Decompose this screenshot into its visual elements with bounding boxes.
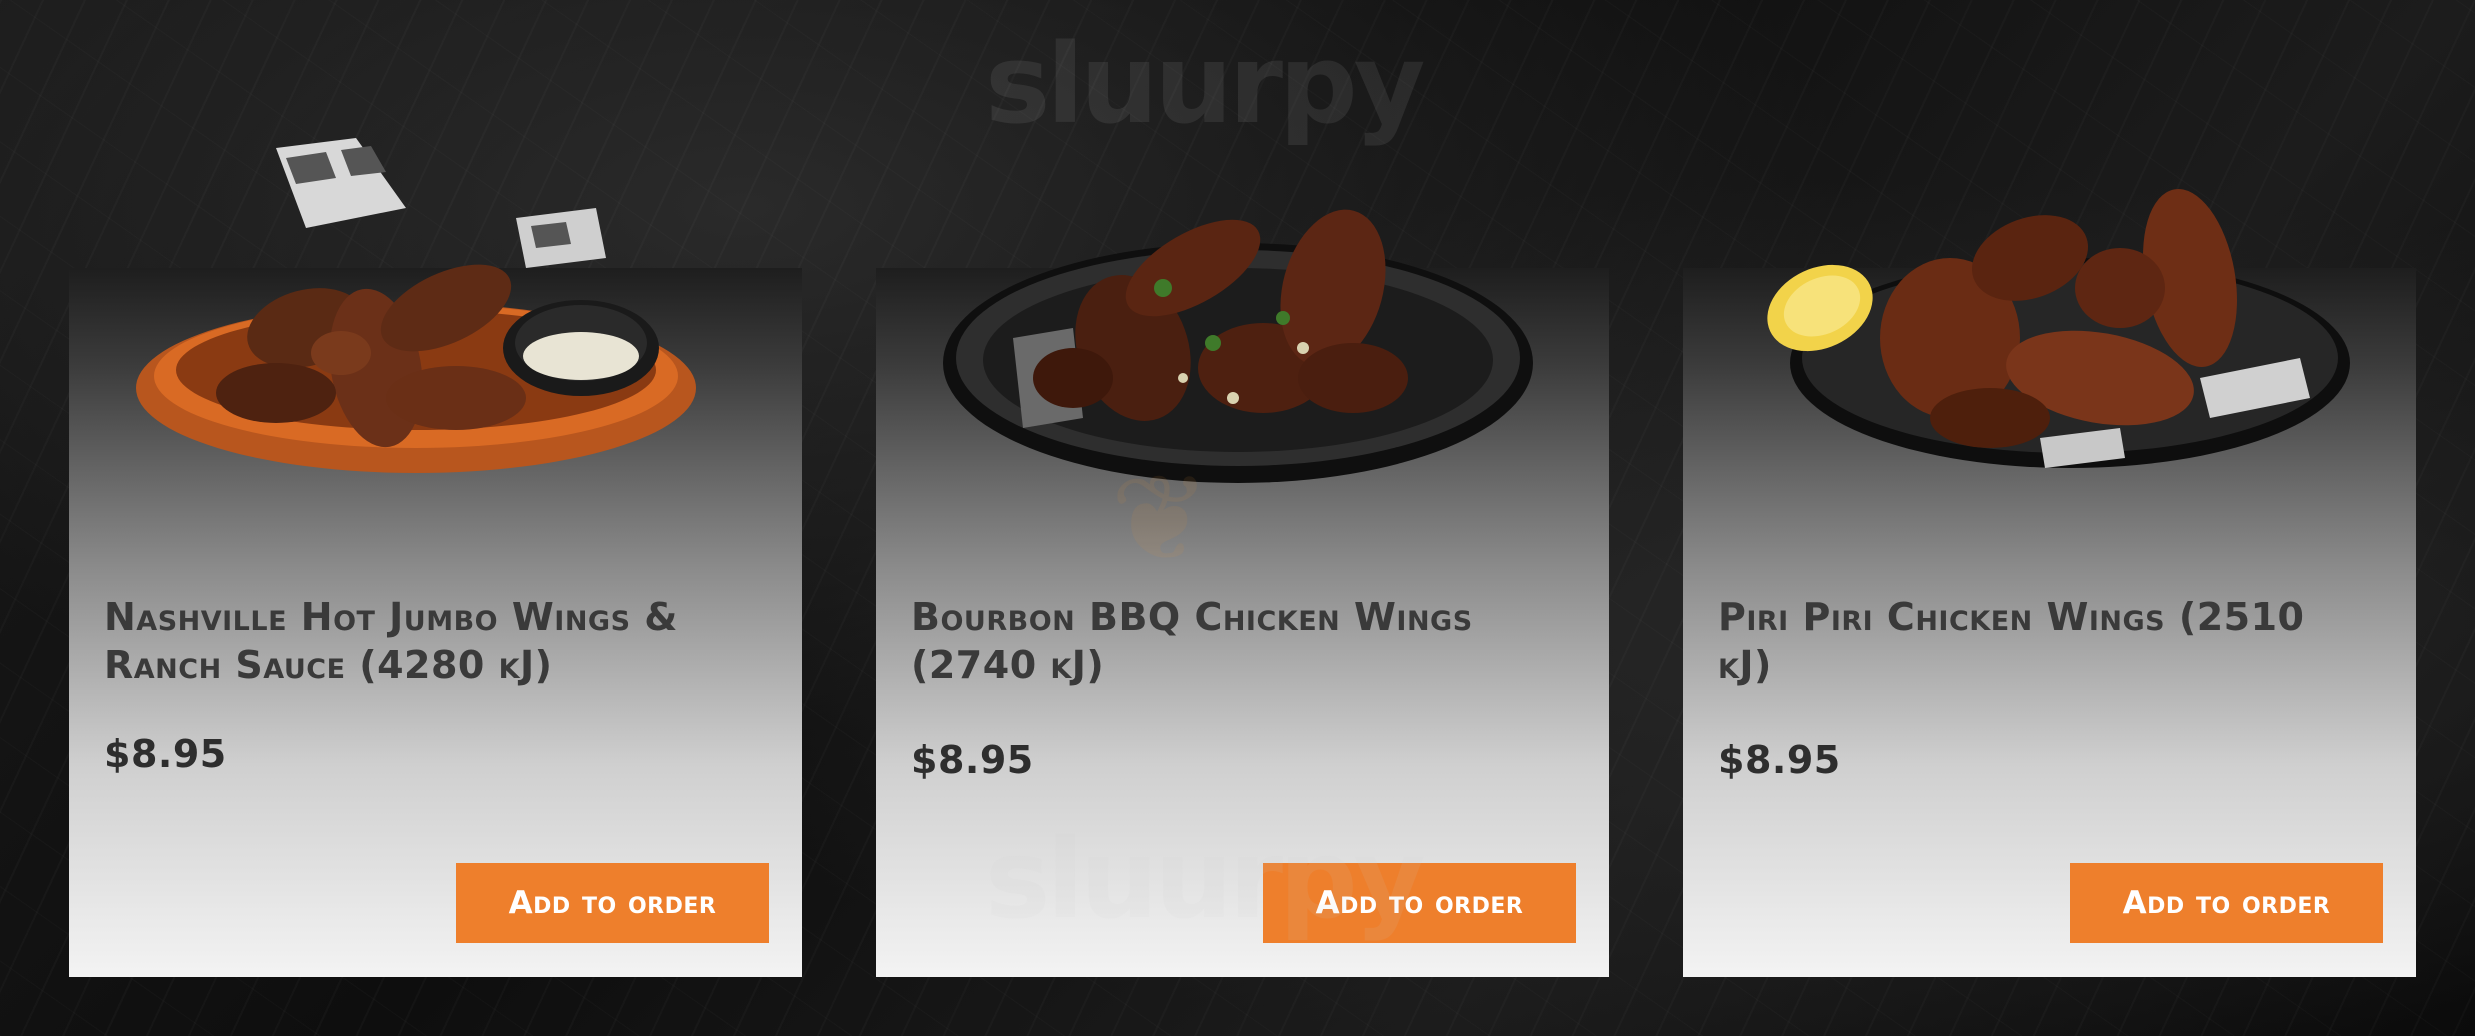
product-card: Nashville Hot Jumbo Wings & Ranch Sauce …	[69, 138, 802, 977]
product-grid: Nashville Hot Jumbo Wings & Ranch Sauce …	[0, 0, 2475, 1036]
product-name: Piri Piri Chicken Wings (2510 kJ)	[1718, 595, 2305, 687]
product-price: $8.95	[911, 738, 1034, 782]
product-card: Piri Piri Chicken Wings (2510 kJ) $8.95 …	[1683, 189, 2416, 977]
add-to-order-button[interactable]: Add to order	[1263, 863, 1576, 943]
wings-plate-lemon-image	[1740, 138, 2360, 498]
product-card: Bourbon BBQ Chicken Wings (2740 kJ) $8.9…	[876, 209, 1609, 977]
product-price: $8.95	[104, 732, 227, 776]
product-name: Nashville Hot Jumbo Wings & Ranch Sauce …	[104, 595, 678, 687]
wings-plate-image	[933, 138, 1553, 498]
product-price: $8.95	[1718, 738, 1841, 782]
wings-basket-image	[126, 138, 746, 498]
add-to-order-button[interactable]: Add to order	[456, 863, 769, 943]
product-name: Bourbon BBQ Chicken Wings (2740 kJ)	[911, 595, 1473, 687]
add-to-order-button[interactable]: Add to order	[2070, 863, 2383, 943]
